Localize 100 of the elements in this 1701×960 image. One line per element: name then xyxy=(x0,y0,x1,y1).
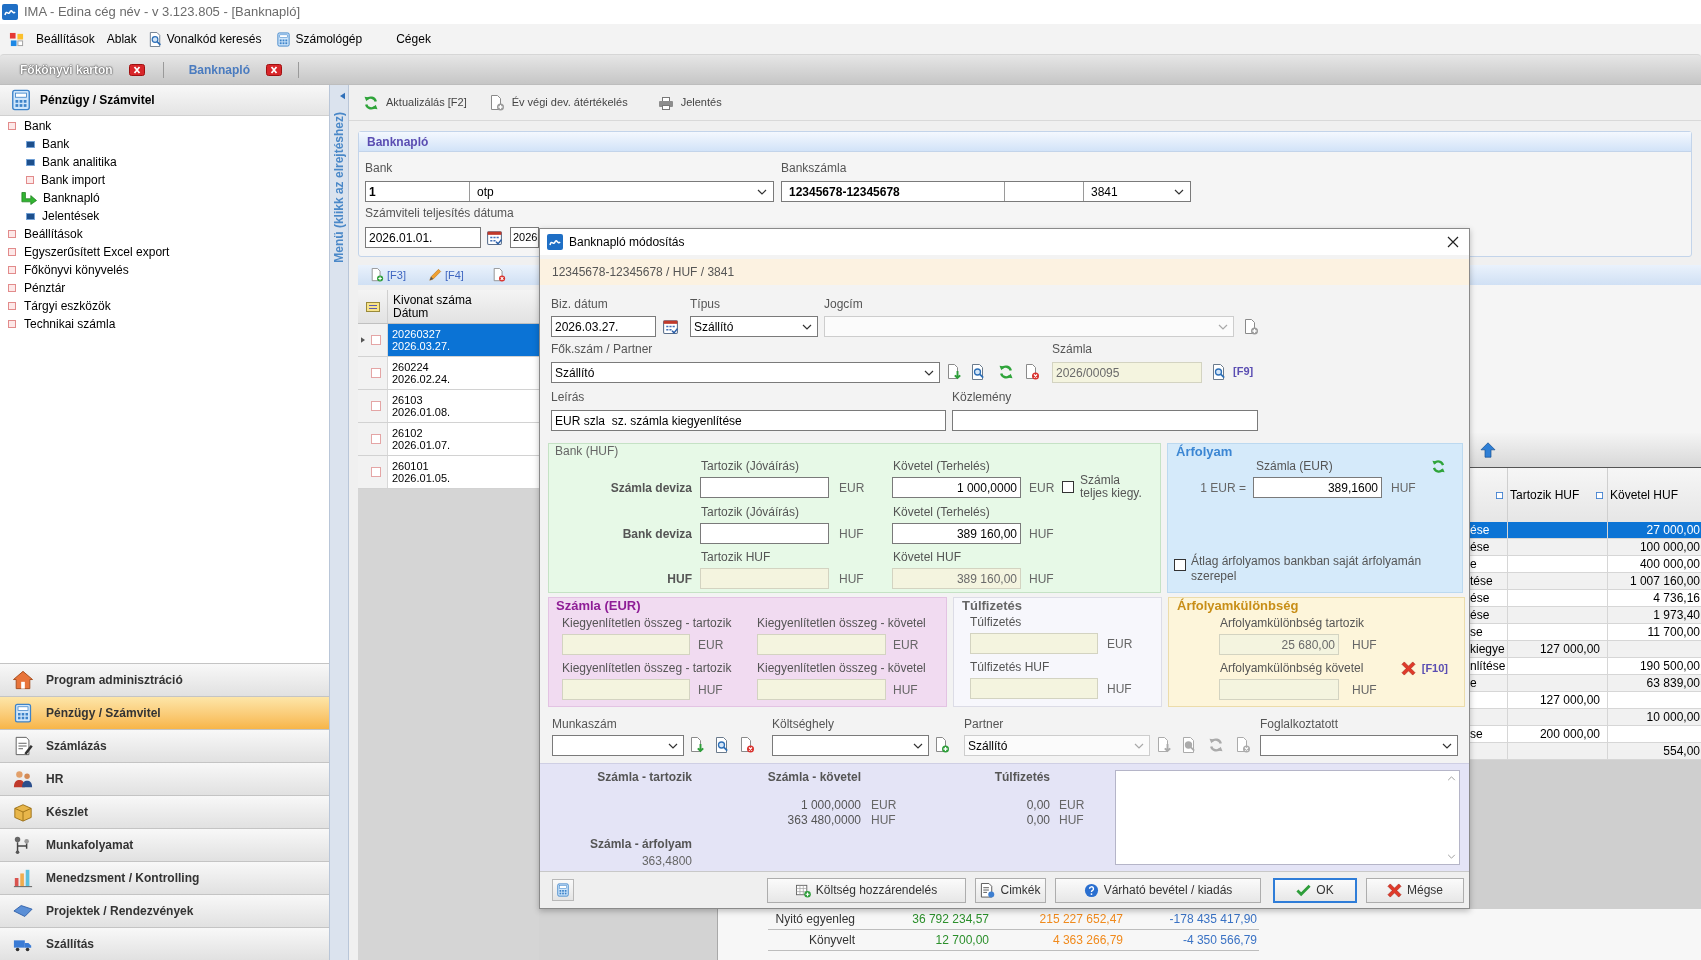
close-icon[interactable] xyxy=(266,63,283,76)
dialog-button[interactable]: Költség hozzárendelés xyxy=(767,877,966,903)
module-item[interactable]: Menedzsment / Kontrolling xyxy=(0,861,329,894)
tree-item[interactable]: Pénztár xyxy=(0,279,329,297)
module-item[interactable]: HR xyxy=(0,762,329,795)
toolbar-button[interactable]: [F4] xyxy=(427,266,464,284)
table-row[interactable]: ése 100 000,00 xyxy=(1470,539,1701,556)
document-delete-icon[interactable] xyxy=(491,268,506,282)
document-arrow-icon[interactable] xyxy=(689,737,705,753)
document-delete-icon[interactable] xyxy=(1235,737,1251,753)
module-item[interactable]: Számlázás xyxy=(0,729,329,762)
table-row[interactable]: e 63 839,00 xyxy=(1470,675,1701,692)
menu-item[interactable]: Ablak xyxy=(103,27,140,51)
amount-field[interactable]: 389 160,00 xyxy=(892,568,1021,589)
table-row[interactable]: ése 4 736,16 xyxy=(1470,590,1701,607)
tree-item[interactable]: Technikai számla xyxy=(0,315,329,333)
document-add-icon[interactable] xyxy=(934,737,950,753)
table-row[interactable]: se 200 000,00 xyxy=(1470,726,1701,743)
menu-item[interactable]: Cégek xyxy=(393,27,434,51)
dialog-button[interactable]: Mégse xyxy=(1366,877,1464,903)
module-item[interactable]: Szállítás xyxy=(0,927,329,960)
table-row[interactable]: tése 1 007 160,00 xyxy=(1470,573,1701,590)
module-item[interactable]: Munkafolyamat xyxy=(0,828,329,861)
date-field[interactable]: 2026.03.27. xyxy=(551,316,656,337)
tree-item[interactable]: Bank xyxy=(0,135,329,153)
table-row[interactable]: kiegye 127 000,00 xyxy=(1470,641,1701,658)
tree-item[interactable]: Tárgyi eszközök xyxy=(0,297,329,315)
tree-item[interactable]: Bank xyxy=(0,117,329,135)
type-select[interactable]: Szállító xyxy=(690,316,818,337)
job-number-select[interactable] xyxy=(552,735,684,756)
document-search-icon[interactable] xyxy=(970,364,986,380)
partner-select[interactable]: Szállító xyxy=(551,362,940,383)
collapse-icon[interactable] xyxy=(339,92,345,100)
rate-field[interactable]: 389,1600 xyxy=(1253,477,1382,498)
tree-item[interactable]: Bank analitika xyxy=(0,153,329,171)
square-icon[interactable] xyxy=(1496,491,1503,499)
table-row[interactable]: 10 000,00 xyxy=(1470,709,1701,726)
document-search-icon[interactable] xyxy=(714,737,730,753)
menu-item[interactable]: Számológép xyxy=(273,27,366,51)
tree-item[interactable]: Jelentések xyxy=(0,207,329,225)
table-row[interactable]: nlítése 190 500,00 xyxy=(1470,658,1701,675)
square-icon[interactable] xyxy=(1596,491,1603,499)
tree-item[interactable]: Bank import xyxy=(0,171,329,189)
menu-item[interactable]: Beállítások xyxy=(6,27,98,51)
module-item[interactable]: Projektek / Rendezvények xyxy=(0,894,329,927)
module-item[interactable]: Pénzügy / Számvitel xyxy=(0,696,329,729)
note-field[interactable] xyxy=(952,410,1258,431)
checkbox[interactable] xyxy=(1174,559,1186,571)
module-item[interactable]: Készlet xyxy=(0,795,329,828)
refresh-icon[interactable] xyxy=(1431,458,1446,474)
amount-field[interactable]: 25 680,00 xyxy=(1219,634,1339,655)
amount-field[interactable]: 389 160,00 xyxy=(892,523,1021,544)
tab[interactable]: Főkönyvi karton xyxy=(0,55,163,84)
document-delete-icon[interactable] xyxy=(739,737,755,753)
amount-field[interactable] xyxy=(700,523,829,544)
invoice-field[interactable]: 2026/00095 xyxy=(1052,362,1202,383)
tree-item[interactable]: Egyszerűsített Excel export xyxy=(0,243,329,261)
dialog-button[interactable]: Várható bevétel / kiadás xyxy=(1055,877,1261,903)
document-arrow-icon[interactable] xyxy=(1156,737,1172,753)
document-arrow-icon[interactable] xyxy=(946,364,962,380)
dialog-button[interactable]: OK xyxy=(1273,877,1357,903)
refresh-icon[interactable] xyxy=(1208,737,1224,753)
amount-field[interactable] xyxy=(700,477,829,498)
description-field[interactable]: EUR szla sz. számla kiegyenlítése xyxy=(551,410,946,431)
date-field[interactable]: 2026 xyxy=(510,227,539,248)
cross-icon[interactable] xyxy=(1400,660,1416,676)
employee-select[interactable] xyxy=(1260,735,1458,756)
table-row[interactable]: 127 000,00 xyxy=(1470,692,1701,709)
menu-item[interactable]: Vonalkód keresés xyxy=(144,27,265,51)
calculator-button[interactable] xyxy=(552,879,574,901)
checkbox[interactable] xyxy=(1062,481,1074,493)
table-row[interactable]: se 11 700,00 xyxy=(1470,624,1701,641)
toolbar-button[interactable]: [F3] xyxy=(370,266,406,284)
tree-item[interactable]: Beállítások xyxy=(0,225,329,243)
arrow-up-icon[interactable] xyxy=(1480,442,1496,458)
cost-center-select[interactable] xyxy=(772,735,929,756)
tree-item[interactable]: Főkönyvi könyvelés xyxy=(0,261,329,279)
document-search-icon[interactable] xyxy=(1181,737,1197,753)
amount-field[interactable]: 1 000,0000 xyxy=(892,477,1021,498)
close-icon[interactable] xyxy=(1447,236,1459,248)
account-select[interactable]: 12345678-12345678 3841 xyxy=(781,181,1191,202)
document-delete-icon[interactable] xyxy=(1024,364,1040,380)
row-marker-icon xyxy=(371,434,381,444)
close-icon[interactable] xyxy=(128,63,145,76)
document-search-icon[interactable] xyxy=(1211,364,1227,380)
bank-select[interactable]: 1 otp xyxy=(365,181,774,202)
table-row[interactable]: ése 27 000,00 xyxy=(1470,522,1701,539)
refresh-icon[interactable] xyxy=(998,364,1014,380)
dialog-button[interactable]: Cimkék xyxy=(975,877,1046,903)
calendar-icon[interactable] xyxy=(486,229,503,246)
table-row[interactable]: e 400 000,00 xyxy=(1470,556,1701,573)
module-item[interactable]: Program adminisztráció xyxy=(0,663,329,696)
table-row[interactable]: 554,00 xyxy=(1470,743,1701,760)
toolbar-button[interactable]: Aktualizálás [F2] xyxy=(361,89,469,116)
calendar-icon[interactable] xyxy=(662,318,679,335)
table-row[interactable]: ése 1 973,40 xyxy=(1470,607,1701,624)
toolbar-button[interactable]: Jelentés xyxy=(655,89,724,116)
date-field[interactable]: 2026.01.01. xyxy=(365,227,481,248)
toolbar-button[interactable]: Év végi dev. átértékelés xyxy=(486,89,630,116)
document-add-icon[interactable] xyxy=(1243,319,1259,335)
